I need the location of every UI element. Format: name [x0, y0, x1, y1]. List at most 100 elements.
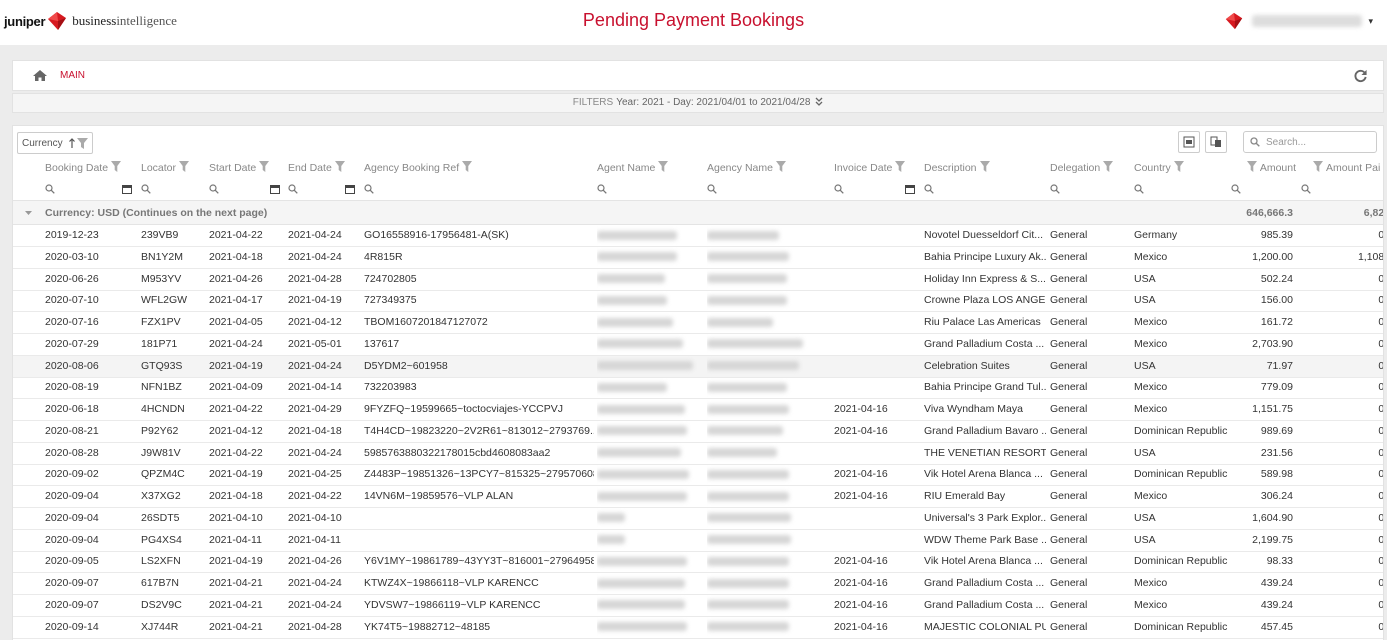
filter-cell-agency-ref[interactable]: [364, 179, 374, 200]
cell-desc: Grand Palladium Costa ...: [924, 598, 1045, 611]
col-header-agency-name[interactable]: Agency Name: [707, 158, 827, 179]
filter-cell-locator[interactable]: [141, 179, 151, 200]
col-header-description[interactable]: Description: [924, 158, 1044, 179]
user-menu[interactable]: ▾: [1224, 11, 1373, 31]
table-row[interactable]: 2020-08-21 P92Y62 2021-04-12 2021-04-18 T4H4…: [13, 421, 1383, 443]
filter-icon[interactable]: [76, 137, 88, 149]
cell-delegation: General: [1050, 490, 1088, 502]
cell-ref: 9FYZFQ~19599665~toctocviajes-YCCPVJ: [364, 403, 564, 415]
table-row[interactable]: 2020-09-07 617B7N 2021-04-21 2021-04-24 KTWZ…: [13, 573, 1383, 595]
cell-amount: 502.24: [1260, 272, 1293, 285]
filter-cell-start-date[interactable]: [209, 179, 219, 200]
table-row[interactable]: 2020-07-16 FZX1PV 2021-04-05 2021-04-12 TBOM…: [13, 312, 1383, 334]
table-row[interactable]: 2020-09-05 LS2XFN 2021-04-19 2021-04-26 Y6V1…: [13, 551, 1383, 574]
cell-desc: THE VENETIAN RESORT ...: [924, 446, 1046, 459]
col-header-invoice-date[interactable]: Invoice Date: [834, 158, 919, 179]
filter-cell-delegation[interactable]: [1050, 179, 1060, 200]
col-header-start-date[interactable]: Start Date: [209, 158, 284, 179]
filter-icon[interactable]: [111, 161, 122, 172]
col-header-agency-booking-ref[interactable]: Agency Booking Ref: [364, 158, 589, 179]
col-header-end-date[interactable]: End Date: [288, 158, 363, 179]
filter-icon[interactable]: [1103, 161, 1114, 172]
filter-cell-agent-name[interactable]: [597, 179, 607, 200]
table-row[interactable]: 2019-12-23 239VB9 2021-04-22 2021-04-24 GO16…: [13, 225, 1383, 247]
table-row[interactable]: 2020-07-29 181P71 2021-04-24 2021-05-01 1376…: [13, 334, 1384, 356]
column-chooser-button[interactable]: [1205, 131, 1227, 153]
filter-icon[interactable]: [979, 161, 990, 172]
calendar-icon[interactable]: [270, 184, 280, 194]
table-row[interactable]: 2020-09-14 XJ744R 2021-04-21 2021-04-28 YK74…: [13, 617, 1383, 639]
col-header-locator[interactable]: Locator: [141, 158, 206, 179]
export-excel-button[interactable]: [1178, 131, 1200, 153]
filter-icon[interactable]: [658, 161, 669, 172]
cell-paid: 0.0: [1378, 337, 1384, 350]
breadcrumb-main-link[interactable]: MAIN: [60, 70, 85, 81]
table-row[interactable]: 2020-09-04 PG4XS4 2021-04-11 2021-04-11 WDW …: [13, 530, 1384, 552]
filter-icon[interactable]: [334, 161, 345, 172]
filter-cell-invoice-date[interactable]: [834, 179, 844, 200]
filter-icon[interactable]: [462, 161, 473, 172]
table-row[interactable]: 2020-09-07 DS2V9C 2021-04-21 2021-04-24 YDVS…: [13, 595, 1383, 617]
table-row[interactable]: 2020-03-10 BN1Y2M 2021-04-18 2021-04-24 4R81…: [13, 247, 1383, 269]
cell-delegation: General: [1050, 337, 1088, 350]
filter-cell-description[interactable]: [924, 179, 934, 200]
table-row[interactable]: 2020-08-06 GTQ93S 2021-04-19 2021-04-24 D5YD…: [13, 355, 1383, 378]
agency-name-redacted: [707, 551, 822, 572]
group-panel-currency[interactable]: Currency: [17, 132, 93, 154]
filter-icon[interactable]: [259, 161, 270, 172]
table-row[interactable]: 2020-09-04 26SDT5 2021-04-10 2021-04-10 Univ…: [13, 508, 1383, 530]
table-row[interactable]: 2020-09-04 X37XG2 2021-04-18 2021-04-22 14VN…: [13, 486, 1383, 508]
filter-icon[interactable]: [895, 161, 906, 172]
cell-desc: Universal's 3 Park Explor...: [924, 511, 1046, 524]
filter-cell-amount-paid[interactable]: [1301, 179, 1311, 200]
filter-cell-amount[interactable]: [1231, 179, 1241, 200]
agency-name-redacted: [707, 617, 822, 638]
table-row[interactable]: 2020-07-10 WFL2GW 2021-04-17 2021-04-19 7273…: [13, 290, 1383, 313]
refresh-icon[interactable]: [1353, 68, 1368, 83]
col-header-agent-name[interactable]: Agent Name: [597, 158, 702, 179]
col-header-booking-date[interactable]: Booking Date: [45, 158, 140, 179]
filter-cell-end-date[interactable]: [288, 179, 298, 200]
home-icon[interactable]: [33, 69, 47, 82]
filter-cell-booking-date[interactable]: [45, 179, 55, 200]
filter-icon[interactable]: [1246, 161, 1257, 172]
filter-cell-country[interactable]: [1134, 179, 1144, 200]
calendar-icon[interactable]: [122, 184, 132, 194]
cell-end: 2021-04-28: [288, 620, 342, 633]
cell-invoice: [834, 269, 920, 290]
sort-arrow-icon[interactable]: [68, 137, 75, 149]
col-header-amount-paid[interactable]: Amount Pai: [1313, 158, 1383, 179]
filter-icon[interactable]: [1173, 161, 1184, 172]
col-header-country[interactable]: Country: [1134, 158, 1234, 179]
cell-amount: 1,604.90: [1252, 511, 1293, 524]
cell-start: 2021-04-12: [209, 424, 263, 437]
table-row[interactable]: 2020-06-18 4HCNDN 2021-04-22 2021-04-29 9FYZ…: [13, 399, 1383, 421]
cell-ref: T4H4CD~19823220~2V2R61~813012~2793769...: [364, 424, 594, 437]
cell-end: 2021-04-11: [288, 533, 341, 546]
table-row[interactable]: 2020-08-19 NFN1BZ 2021-04-09 2021-04-14 7322…: [13, 377, 1383, 400]
double-chevron-down-icon[interactable]: [815, 97, 823, 106]
cell-paid: 0.0: [1378, 533, 1384, 546]
search-icon: [707, 184, 717, 194]
search-input[interactable]: [1266, 136, 1366, 148]
filter-icon[interactable]: [179, 161, 190, 172]
filter-icon[interactable]: [775, 161, 786, 172]
search-input-wrapper[interactable]: [1243, 131, 1377, 153]
filters-bar[interactable]: FILTERS Year: 2021 - Day: 2021/04/01 to 2…: [12, 93, 1384, 113]
cell-locator: 239VB9: [141, 229, 179, 241]
table-row[interactable]: 2020-08-28 J9W81V 2021-04-22 2021-04-24 5985…: [13, 443, 1383, 465]
filter-cell-agency-name[interactable]: [707, 179, 717, 200]
filter-icon[interactable]: [1313, 161, 1323, 172]
group-label: Currency: USD (Continues on the next pag…: [45, 207, 268, 219]
group-row-currency-usd[interactable]: Currency: USD (Continues on the next pag…: [13, 201, 1383, 225]
cell-ref: 727349375: [364, 294, 417, 307]
calendar-icon[interactable]: [345, 184, 355, 194]
cell-end: 2021-04-22: [288, 490, 342, 502]
calendar-icon[interactable]: [905, 184, 915, 194]
col-header-amount[interactable]: Amount: [1234, 158, 1296, 179]
table-row[interactable]: 2020-06-26 M953YV 2021-04-26 2021-04-28 7247…: [13, 269, 1383, 291]
collapse-caret-icon[interactable]: [25, 211, 32, 216]
cell-invoice: 2021-04-16: [834, 555, 888, 568]
table-row[interactable]: 2020-09-02 QPZM4C 2021-04-19 2021-04-25 Z448…: [13, 464, 1383, 487]
col-header-delegation[interactable]: Delegation: [1050, 158, 1130, 179]
